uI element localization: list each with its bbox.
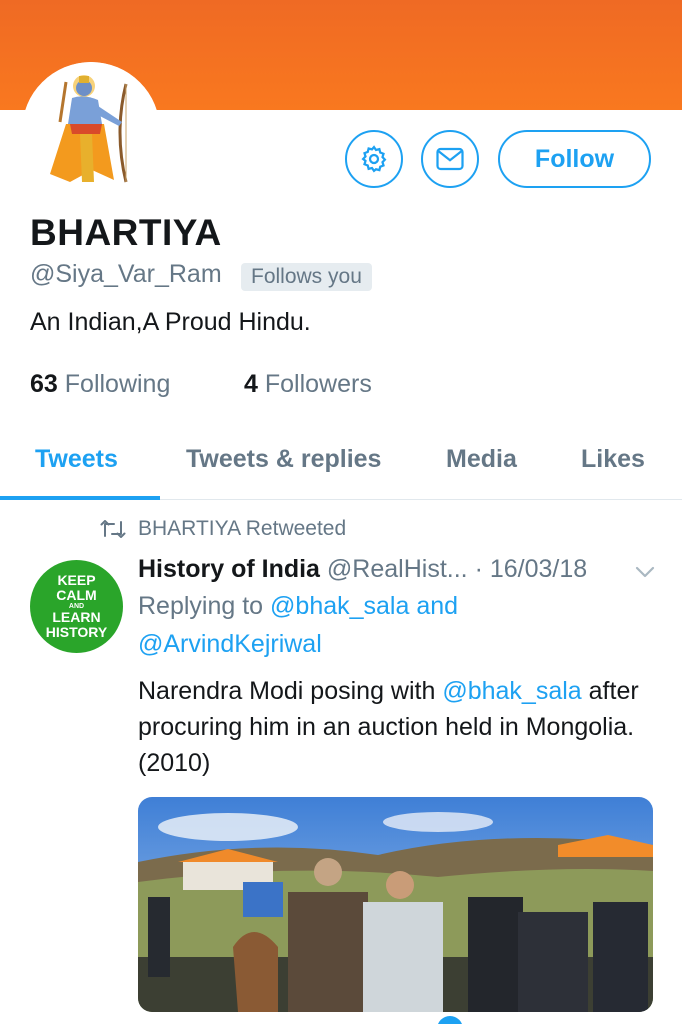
gear-icon: [361, 145, 387, 173]
reply-and-link[interactable]: and: [416, 592, 458, 620]
profile-bio: An Indian,A Proud Hindu.: [30, 308, 311, 336]
followers-count: 4: [244, 370, 258, 398]
tab-likes[interactable]: Likes: [581, 445, 645, 474]
tweet-header: History of India @RealHist... · 16/03/18: [138, 555, 587, 584]
follow-button[interactable]: Follow: [498, 130, 651, 188]
tweet-author-avatar[interactable]: KEEP CALM AND LEARN HISTORY: [30, 560, 123, 653]
tweet-author-handle[interactable]: @RealHist...: [327, 555, 468, 583]
follows-you-badge: Follows you: [241, 263, 372, 291]
retweet-icon: [100, 520, 126, 538]
followers-label: Followers: [264, 370, 372, 398]
active-tab-indicator: [0, 496, 160, 500]
following-count: 63: [30, 370, 58, 398]
followers-stat[interactable]: 4 Followers: [244, 370, 372, 399]
retweeted-by-text: BHARTIYA Retweeted: [138, 517, 347, 540]
replying-to-prefix: Replying to: [138, 592, 264, 620]
avatar-text-line: KEEP: [57, 572, 96, 589]
tab-tweets[interactable]: Tweets: [35, 445, 118, 474]
tweet-text-part: Narendra Modi posing with: [138, 677, 436, 705]
chevron-down-icon[interactable]: [634, 565, 656, 579]
tweet-date[interactable]: · 16/03/18: [475, 555, 588, 583]
following-stat[interactable]: 63 Following: [30, 370, 170, 399]
avatar-text-line: LEARN: [52, 609, 101, 626]
message-button[interactable]: [421, 130, 479, 188]
tweet-photo[interactable]: [138, 797, 653, 1012]
following-label: Following: [64, 370, 171, 398]
avatar-text-line: CALM: [56, 587, 97, 604]
settings-button[interactable]: [345, 130, 403, 188]
reply-mention-link[interactable]: @bhak_sala: [270, 592, 409, 620]
replying-to-line: @ArvindKejriwal: [138, 630, 322, 659]
envelope-icon: [436, 147, 464, 171]
display-name: BHARTIYA: [30, 212, 222, 253]
tab-media[interactable]: Media: [446, 445, 517, 474]
retweet-context[interactable]: BHARTIYA Retweeted: [100, 517, 346, 541]
replying-to-line: Replying to @bhak_sala and: [138, 592, 458, 621]
reply-mention-link[interactable]: @ArvindKejriwal: [138, 630, 322, 658]
tweet-author-name[interactable]: History of India: [138, 555, 320, 583]
photo-scene: [138, 797, 653, 1012]
profile-tabs: Tweets Tweets & replies Media Likes: [0, 425, 682, 500]
tab-tweets-replies[interactable]: Tweets & replies: [186, 445, 381, 474]
user-handle: @Siya_Var_Ram: [30, 260, 222, 288]
tweet-mention-link[interactable]: @bhak_sala: [442, 677, 581, 705]
tweet-text: Narendra Modi posing with @bhak_sala aft…: [138, 673, 668, 781]
profile-avatar[interactable]: [22, 62, 160, 200]
avatar-illustration: [22, 62, 160, 200]
new-tweet-indicator: [437, 1016, 463, 1024]
avatar-text-line: HISTORY: [45, 623, 108, 640]
